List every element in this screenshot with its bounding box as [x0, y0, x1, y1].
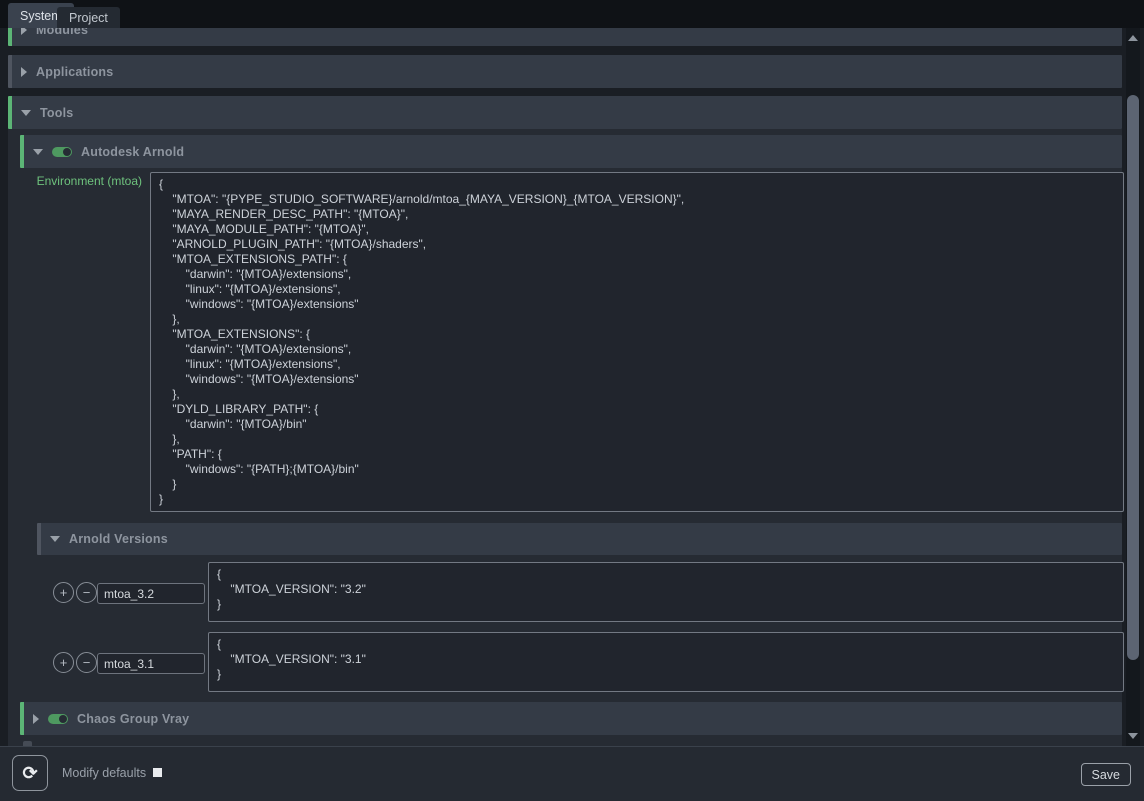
chevron-right-icon	[33, 714, 39, 724]
remove-version-button[interactable]: −	[76, 582, 97, 603]
chevron-right-icon	[21, 28, 27, 35]
scroll-up-button[interactable]	[1126, 30, 1140, 46]
section-title: Tools	[40, 106, 73, 120]
tab-project[interactable]: Project	[57, 7, 120, 28]
scrollbar-thumb[interactable]	[1127, 95, 1139, 660]
section-header-modules[interactable]: Modules	[8, 28, 1122, 46]
section-title: Autodesk Arnold	[81, 145, 184, 159]
version-key-input[interactable]	[97, 653, 205, 674]
toggle-knob	[59, 715, 67, 723]
section-title: Arnold Versions	[69, 532, 168, 546]
section-title: Modules	[36, 28, 88, 37]
section-title: Chaos Group Vray	[77, 712, 189, 726]
chevron-down-icon	[33, 149, 43, 155]
section-title: Applications	[36, 65, 113, 79]
vertical-scrollbar[interactable]	[1126, 28, 1140, 746]
modify-defaults-label: Modify defaults	[62, 766, 146, 780]
environment-mtoa-label: Environment (mtoa)	[8, 174, 142, 188]
remove-version-button[interactable]: −	[76, 652, 97, 673]
arrow-up-icon	[1128, 35, 1138, 41]
vray-enabled-toggle[interactable]	[48, 714, 68, 724]
section-header-arnold-versions[interactable]: Arnold Versions	[37, 523, 1122, 555]
add-version-button[interactable]: +	[53, 652, 74, 673]
section-header-tools[interactable]: Tools	[8, 96, 1122, 129]
tab-bar: System Project	[0, 0, 1144, 28]
version-json-editor[interactable]: { "MTOA_VERSION": "3.2" }	[208, 562, 1124, 622]
add-version-button[interactable]: +	[53, 582, 74, 603]
chevron-right-icon	[21, 67, 27, 77]
section-header-applications[interactable]: Applications	[8, 55, 1122, 88]
settings-scroll-area: Modules Applications Tools Autodesk Arno…	[0, 28, 1144, 746]
chevron-down-icon	[50, 536, 60, 542]
settings-content: Modules Applications Tools Autodesk Arno…	[0, 28, 1144, 746]
arrow-down-icon	[1128, 733, 1138, 739]
footer-bar: ⟳ Modify defaults Save	[0, 746, 1144, 801]
environment-mtoa-json-editor[interactable]: { "MTOA": "{PYPE_STUDIO_SOFTWARE}/arnold…	[150, 172, 1124, 512]
save-button[interactable]: Save	[1081, 763, 1132, 786]
modify-defaults-checkbox[interactable]	[153, 768, 162, 777]
version-key-input[interactable]	[97, 583, 205, 604]
section-header-chaos-group-vray[interactable]: Chaos Group Vray	[20, 702, 1122, 735]
refresh-icon: ⟳	[22, 763, 37, 783]
toggle-knob	[63, 148, 71, 156]
scroll-down-button[interactable]	[1126, 728, 1140, 744]
version-json-editor[interactable]: { "MTOA_VERSION": "3.1" }	[208, 632, 1124, 692]
chevron-down-icon	[21, 110, 31, 116]
arnold-enabled-toggle[interactable]	[52, 147, 72, 157]
settings-window: System Project Modules Applications Tool…	[0, 0, 1144, 801]
section-header-autodesk-arnold[interactable]: Autodesk Arnold	[20, 135, 1122, 168]
refresh-button[interactable]: ⟳	[12, 755, 48, 791]
